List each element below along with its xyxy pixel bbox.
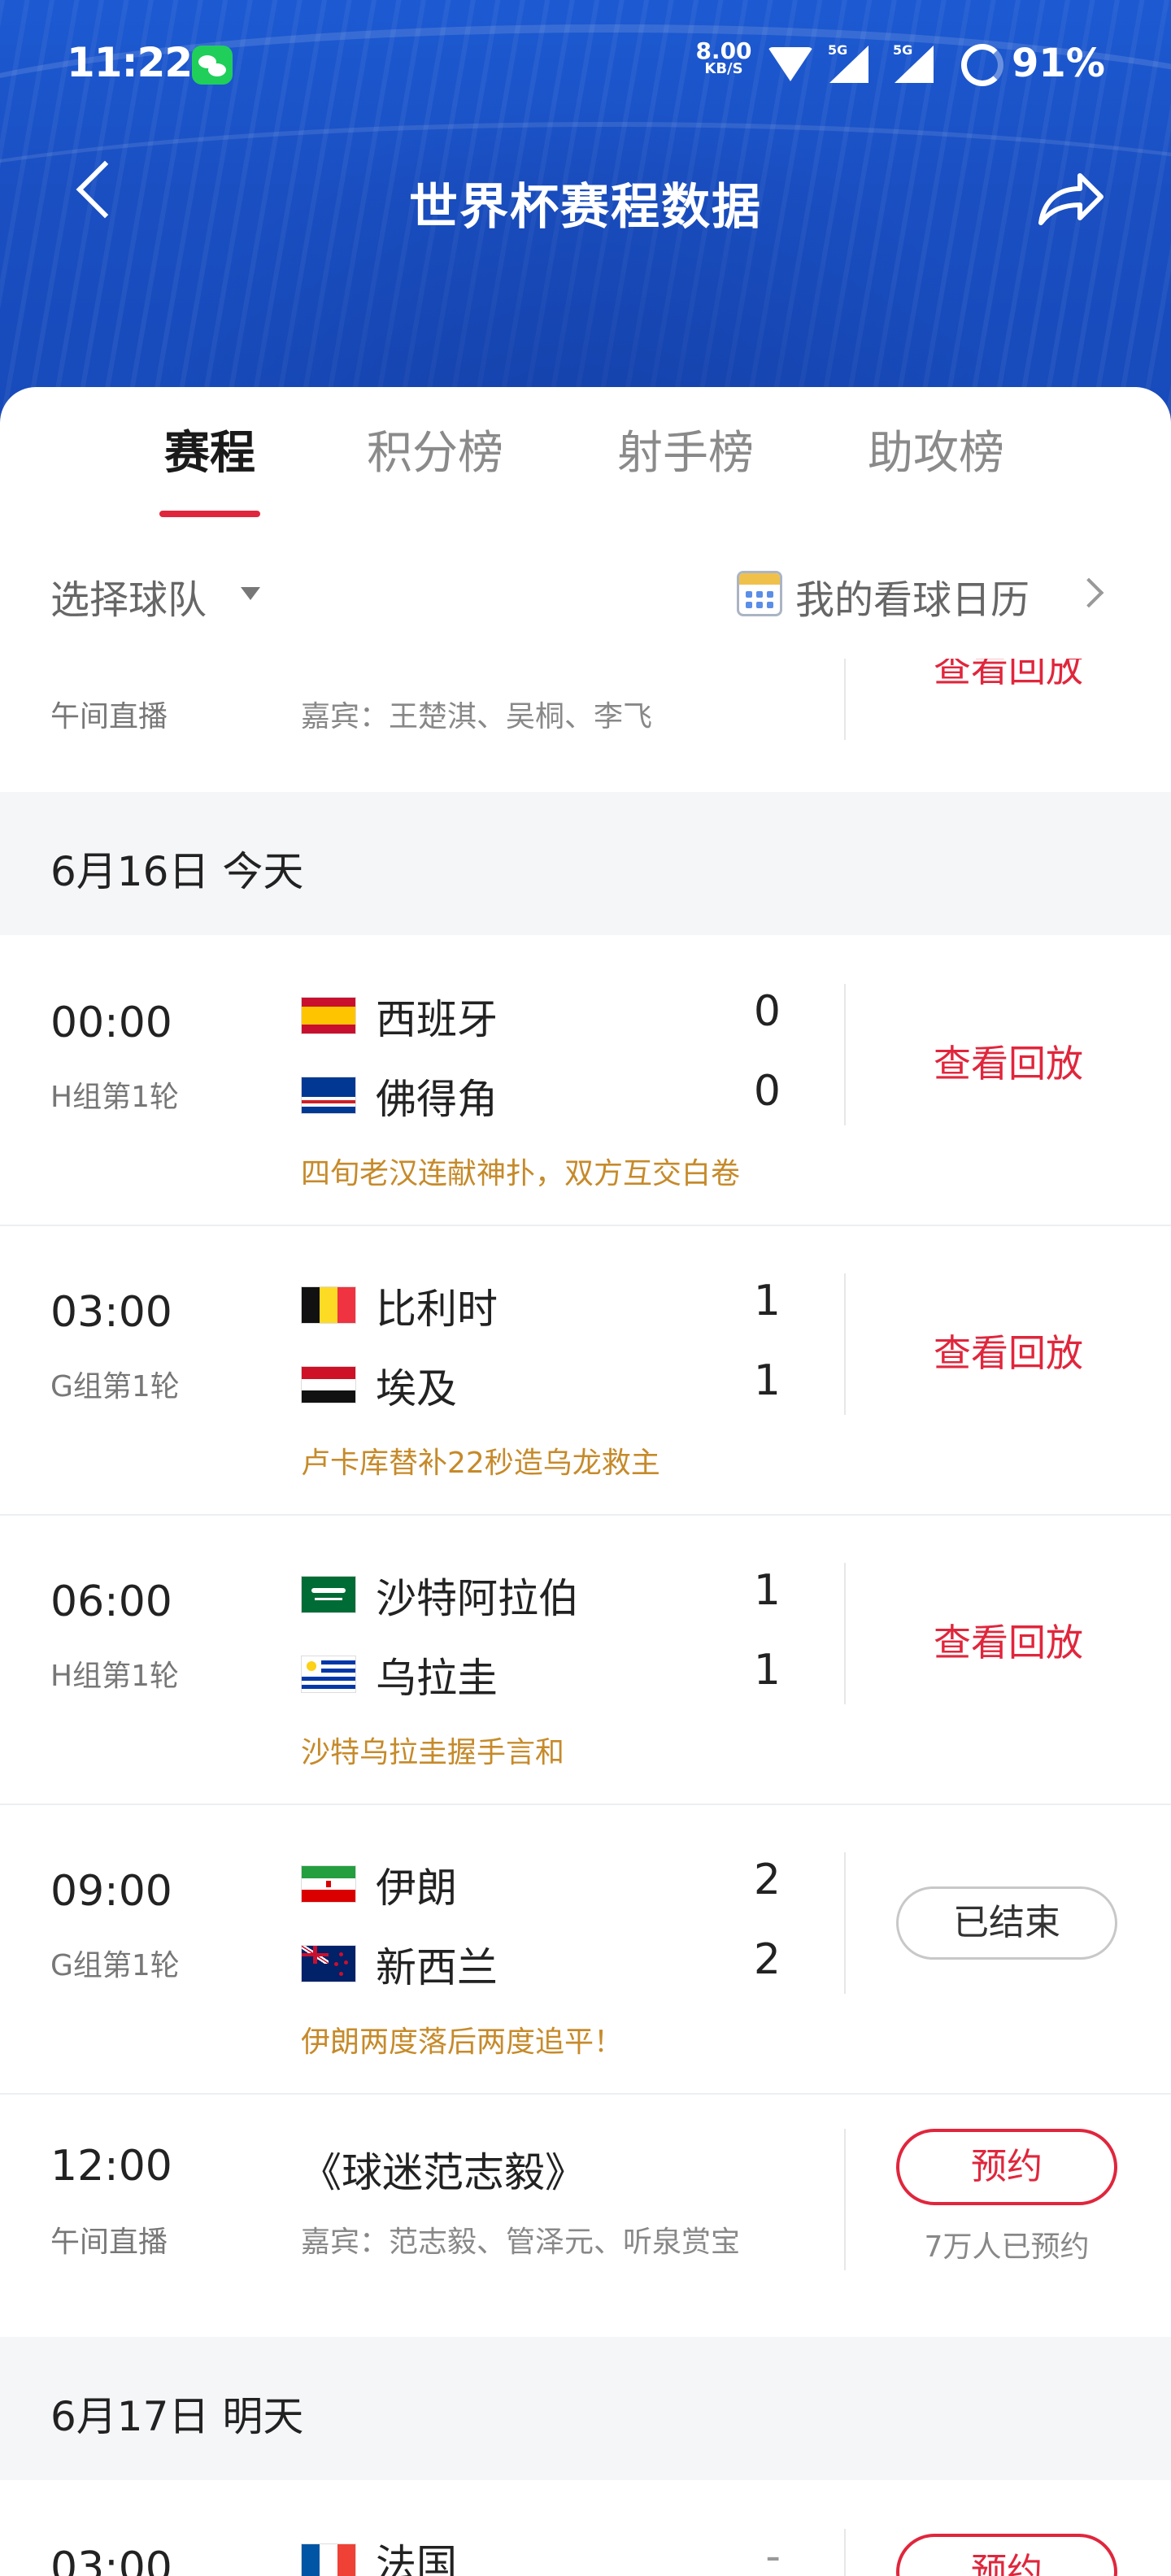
- home-team: 沙特阿拉伯: [376, 1575, 579, 1622]
- show-stage: 午间直播: [50, 2226, 168, 2259]
- filter-row: 选择球队 我的看球日历: [0, 568, 1171, 633]
- flag-cape-verde-icon: [301, 1077, 356, 1114]
- away-score: 0: [753, 1067, 781, 1116]
- match-note: 沙特乌拉圭握手言和: [301, 1736, 565, 1769]
- reserve-button[interactable]: 预约: [896, 2129, 1117, 2205]
- flag-belgium-icon: [301, 1286, 356, 1324]
- tab-assists[interactable]: 助攻榜: [860, 416, 1012, 482]
- share-icon[interactable]: [1033, 163, 1106, 236]
- home-score: -: [765, 2532, 781, 2576]
- my-calendar-link[interactable]: 我的看球日历: [795, 568, 1030, 624]
- match-time: 03:00: [50, 2543, 172, 2576]
- list-item: 午间直播 嘉宾：王楚淇、吴桐、李飞 查看回放: [0, 659, 1171, 789]
- away-score: 1: [753, 1646, 781, 1695]
- match-ended-badge: 已结束: [896, 1886, 1117, 1960]
- show-row[interactable]: 12:00 午间直播 《球迷范志毅》 嘉宾：范志毅、管泽元、听泉赏宝 预约 7万…: [0, 2093, 1171, 2321]
- date-header: 6月17日 明天: [0, 2337, 1171, 2480]
- away-team: 乌拉圭: [376, 1655, 498, 1702]
- show-guests: 嘉宾：范志毅、管泽元、听泉赏宝: [301, 2226, 741, 2259]
- match-time: 03:00: [50, 1288, 172, 1337]
- match-row[interactable]: 09:00 G组第1轮 伊朗 2 新西兰 2 伊朗两度落后两度追平！ 已结束: [0, 1804, 1171, 2095]
- match-time: 06:00: [50, 1577, 172, 1626]
- show-time: 12:00: [50, 2142, 172, 2191]
- tab-bar: 赛程 积分榜 射手榜 助攻榜: [0, 416, 1171, 517]
- date-label: 6月17日 明天: [50, 2393, 304, 2440]
- match-time: 00:00: [50, 999, 172, 1047]
- net-speed: 8.00 KB/S: [688, 40, 760, 76]
- replay-button[interactable]: 查看回放: [895, 659, 1122, 693]
- tab-schedule[interactable]: 赛程: [159, 416, 260, 482]
- content-card: 赛程 积分榜 射手榜 助攻榜 选择球队 我的看球日历 午间直播 嘉宾：王楚淇、吴…: [0, 387, 1171, 2576]
- match-row[interactable]: 06:00 H组第1轮 沙特阿拉伯 1 乌拉圭 1 沙特乌拉圭握手言和 查看回放: [0, 1514, 1171, 1805]
- match-stage: H组第1轮: [50, 1081, 179, 1114]
- match-note: 伊朗两度落后两度追平！: [301, 2026, 624, 2059]
- home-score: 2: [753, 1856, 781, 1904]
- flag-egypt-icon: [301, 1366, 356, 1403]
- reserve-button[interactable]: 预约: [896, 2534, 1117, 2576]
- flag-iran-icon: [301, 1865, 356, 1903]
- home-team: 法国: [376, 2541, 457, 2576]
- home-team: 伊朗: [376, 1865, 457, 1912]
- divider: [844, 1273, 846, 1415]
- flag-spain-icon: [301, 997, 356, 1034]
- divider: [844, 984, 846, 1125]
- show-title: 《球迷范志毅》: [301, 2149, 586, 2196]
- date-header: 6月16日 今天: [0, 792, 1171, 935]
- tab-standings[interactable]: 积分榜: [359, 416, 511, 482]
- header: 11:22 8.00 KB/S 5G 5G 91% 世界杯赛程数据: [0, 0, 1171, 423]
- flag-france-icon: [301, 2543, 356, 2576]
- home-team: 西班牙: [376, 996, 498, 1043]
- match-row[interactable]: 03:00 法国 - 预约: [0, 2480, 1171, 2576]
- home-score: 1: [753, 1277, 781, 1325]
- match-stage: G组第1轮: [50, 1370, 180, 1403]
- divider: [844, 2129, 846, 2270]
- home-team: 比利时: [376, 1286, 498, 1333]
- match-stage: H组第1轮: [50, 1660, 179, 1693]
- match-note: 卢卡库替补22秒造乌龙救主: [301, 1447, 660, 1480]
- away-team: 新西兰: [376, 1944, 498, 1991]
- calendar-icon[interactable]: [737, 571, 782, 616]
- away-team: 埃及: [376, 1365, 457, 1412]
- match-row[interactable]: 03:00 G组第1轮 比利时 1 埃及 1 卢卡库替补22秒造乌龙救主 查看回…: [0, 1225, 1171, 1516]
- battery-level: 91%: [1012, 41, 1105, 86]
- page-title: 世界杯赛程数据: [409, 179, 762, 236]
- active-tab-indicator: [159, 511, 260, 517]
- flag-uruguay-icon: [301, 1656, 356, 1693]
- replay-button[interactable]: 查看回放: [895, 1034, 1122, 1088]
- divider: [844, 2529, 846, 2576]
- battery-icon: [961, 44, 1003, 86]
- show-guests: 嘉宾：王楚淇、吴桐、李飞: [301, 700, 653, 733]
- divider: [844, 1563, 846, 1704]
- wechat-icon: [192, 46, 233, 85]
- date-label: 6月16日 今天: [50, 848, 304, 895]
- away-team: 佛得角: [376, 1076, 498, 1123]
- match-stage: 午间直播: [50, 700, 168, 733]
- divider: [844, 1852, 846, 1994]
- signal-icon: [829, 46, 868, 83]
- away-score: 2: [753, 1935, 781, 1984]
- chevron-right-icon[interactable]: [1073, 577, 1104, 608]
- flag-saudi-arabia-icon: [301, 1576, 356, 1613]
- match-stage: G组第1轮: [50, 1949, 180, 1982]
- match-time: 09:00: [50, 1867, 172, 1916]
- stadium-arc-decoration: [0, 122, 1171, 371]
- signal-icon: [895, 46, 934, 83]
- reserve-count: 7万人已预约: [924, 2230, 1090, 2264]
- status-time: 11:22: [67, 39, 193, 86]
- status-bar: 11:22 8.00 KB/S 5G 5G 91%: [0, 0, 1171, 130]
- replay-button[interactable]: 查看回放: [895, 1324, 1122, 1377]
- home-score: 1: [753, 1566, 781, 1615]
- replay-button[interactable]: 查看回放: [895, 1613, 1122, 1667]
- match-row[interactable]: 00:00 H组第1轮 西班牙 0 佛得角 0 四旬老汉连献神扑，双方互交白卷 …: [0, 935, 1171, 1226]
- match-note: 四旬老汉连献神扑，双方互交白卷: [301, 1157, 741, 1190]
- wifi-icon: [768, 47, 813, 81]
- team-select-dropdown[interactable]: 选择球队: [50, 568, 207, 624]
- home-score: 0: [753, 987, 781, 1036]
- divider: [844, 659, 846, 740]
- chevron-down-icon[interactable]: [241, 587, 260, 600]
- away-score: 1: [753, 1356, 781, 1405]
- flag-new-zealand-icon: [301, 1945, 356, 1982]
- tab-scorers[interactable]: 射手榜: [610, 416, 761, 482]
